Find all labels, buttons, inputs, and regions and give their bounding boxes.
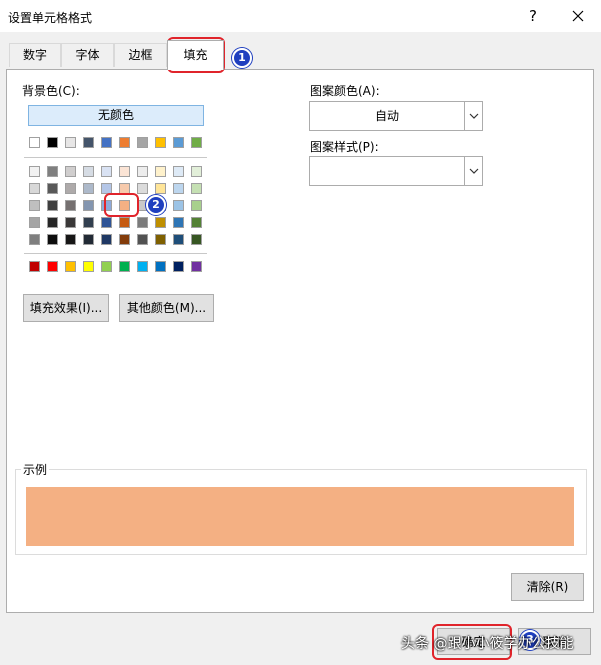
- close-button[interactable]: [564, 4, 592, 28]
- close-icon: [572, 10, 584, 22]
- color-swatch[interactable]: [155, 217, 166, 228]
- color-swatch[interactable]: [155, 137, 166, 148]
- color-swatch[interactable]: [137, 137, 148, 148]
- color-swatch[interactable]: [29, 183, 40, 194]
- fill-panel: 背景色(C): 无颜色 填充效果(I)... 其他颜色(M)... 图案颜色(A…: [6, 69, 594, 613]
- standard-color-swatch[interactable]: [29, 261, 40, 272]
- callout-badge: 2: [146, 195, 166, 215]
- color-swatch[interactable]: [137, 234, 148, 245]
- color-swatch[interactable]: [65, 137, 76, 148]
- tab-font[interactable]: 字体: [61, 43, 114, 67]
- color-swatch[interactable]: [119, 166, 130, 177]
- color-swatch[interactable]: [191, 200, 202, 211]
- color-swatch[interactable]: [83, 183, 94, 194]
- color-swatch[interactable]: [83, 166, 94, 177]
- color-swatch[interactable]: [65, 166, 76, 177]
- fill-effects-button[interactable]: 填充效果(I)...: [23, 294, 109, 322]
- color-swatch[interactable]: [65, 217, 76, 228]
- color-swatch[interactable]: [155, 234, 166, 245]
- palette-divider: [24, 253, 207, 254]
- pattern-color-label: 图案颜色(A):: [310, 84, 380, 98]
- pattern-style-dropdown[interactable]: [309, 156, 483, 186]
- color-swatch[interactable]: [191, 234, 202, 245]
- standard-color-swatch[interactable]: [173, 261, 184, 272]
- dialog-title: 设置单元格格式: [8, 11, 93, 25]
- palette-divider: [24, 157, 207, 158]
- pattern-color-value: 自动: [374, 109, 399, 123]
- color-swatch[interactable]: [101, 217, 112, 228]
- color-swatch[interactable]: [173, 183, 184, 194]
- color-swatch[interactable]: [173, 200, 184, 211]
- watermark: 头条 @跟小小筱学办公技能: [401, 636, 574, 652]
- color-swatch[interactable]: [137, 166, 148, 177]
- color-swatch[interactable]: [29, 200, 40, 211]
- color-swatch[interactable]: [191, 166, 202, 177]
- color-swatch[interactable]: [83, 234, 94, 245]
- color-swatch[interactable]: [137, 217, 148, 228]
- pattern-color-dropdown[interactable]: 自动: [309, 101, 483, 131]
- standard-color-swatch[interactable]: [65, 261, 76, 272]
- color-swatch[interactable]: [65, 183, 76, 194]
- color-swatch[interactable]: [137, 183, 148, 194]
- color-swatch[interactable]: [191, 137, 202, 148]
- color-swatch[interactable]: [83, 137, 94, 148]
- more-colors-button[interactable]: 其他颜色(M)...: [119, 294, 214, 322]
- standard-color-swatch[interactable]: [83, 261, 94, 272]
- chevron-down-icon: [469, 113, 479, 119]
- color-swatch[interactable]: [119, 137, 130, 148]
- standard-color-swatch[interactable]: [47, 261, 58, 272]
- color-swatch[interactable]: [173, 166, 184, 177]
- color-swatch[interactable]: [191, 217, 202, 228]
- color-swatch[interactable]: [191, 183, 202, 194]
- tab-number[interactable]: 数字: [9, 43, 61, 67]
- color-swatch[interactable]: [47, 166, 58, 177]
- color-swatch[interactable]: [65, 234, 76, 245]
- dropdown-arrow[interactable]: [464, 102, 482, 130]
- standard-color-swatch[interactable]: [191, 261, 202, 272]
- dropdown-arrow[interactable]: [464, 157, 482, 185]
- color-swatch[interactable]: [29, 217, 40, 228]
- color-swatch[interactable]: [83, 200, 94, 211]
- color-swatch[interactable]: [101, 166, 112, 177]
- color-swatch[interactable]: [47, 137, 58, 148]
- pattern-style-label: 图案样式(P):: [310, 140, 379, 154]
- sample-label: 示例: [21, 461, 50, 478]
- color-swatch[interactable]: [101, 137, 112, 148]
- color-swatch[interactable]: [83, 217, 94, 228]
- color-swatch[interactable]: [101, 234, 112, 245]
- clear-button[interactable]: 清除(R): [511, 573, 584, 601]
- tab-fill[interactable]: 填充: [167, 40, 224, 70]
- standard-color-swatch[interactable]: [119, 261, 130, 272]
- color-swatch[interactable]: [65, 200, 76, 211]
- chevron-down-icon: [469, 168, 479, 174]
- color-swatch[interactable]: [173, 137, 184, 148]
- help-button[interactable]: ?: [521, 4, 545, 28]
- color-swatch[interactable]: [47, 200, 58, 211]
- color-swatch[interactable]: [173, 234, 184, 245]
- tab-strip: 数字 字体 边框 填充: [0, 32, 601, 70]
- callout-badge: 1: [232, 48, 252, 68]
- color-swatch[interactable]: [155, 183, 166, 194]
- no-color-button[interactable]: 无颜色: [28, 105, 204, 126]
- standard-color-swatch[interactable]: [155, 261, 166, 272]
- color-swatch[interactable]: [29, 166, 40, 177]
- color-swatch[interactable]: [47, 234, 58, 245]
- sample-preview: [26, 487, 574, 546]
- standard-color-swatch[interactable]: [101, 261, 112, 272]
- color-swatch[interactable]: [47, 217, 58, 228]
- background-color-label: 背景色(C):: [22, 84, 80, 98]
- color-swatch[interactable]: [155, 166, 166, 177]
- color-swatch[interactable]: [173, 217, 184, 228]
- tab-border[interactable]: 边框: [114, 43, 167, 67]
- color-swatch[interactable]: [119, 234, 130, 245]
- color-swatch[interactable]: [47, 183, 58, 194]
- title-bar: 设置单元格格式 ?: [0, 0, 601, 32]
- color-swatch[interactable]: [29, 234, 40, 245]
- standard-color-swatch[interactable]: [137, 261, 148, 272]
- color-swatch[interactable]: [29, 137, 40, 148]
- color-swatch[interactable]: [119, 217, 130, 228]
- highlight-selected-color: [104, 193, 139, 217]
